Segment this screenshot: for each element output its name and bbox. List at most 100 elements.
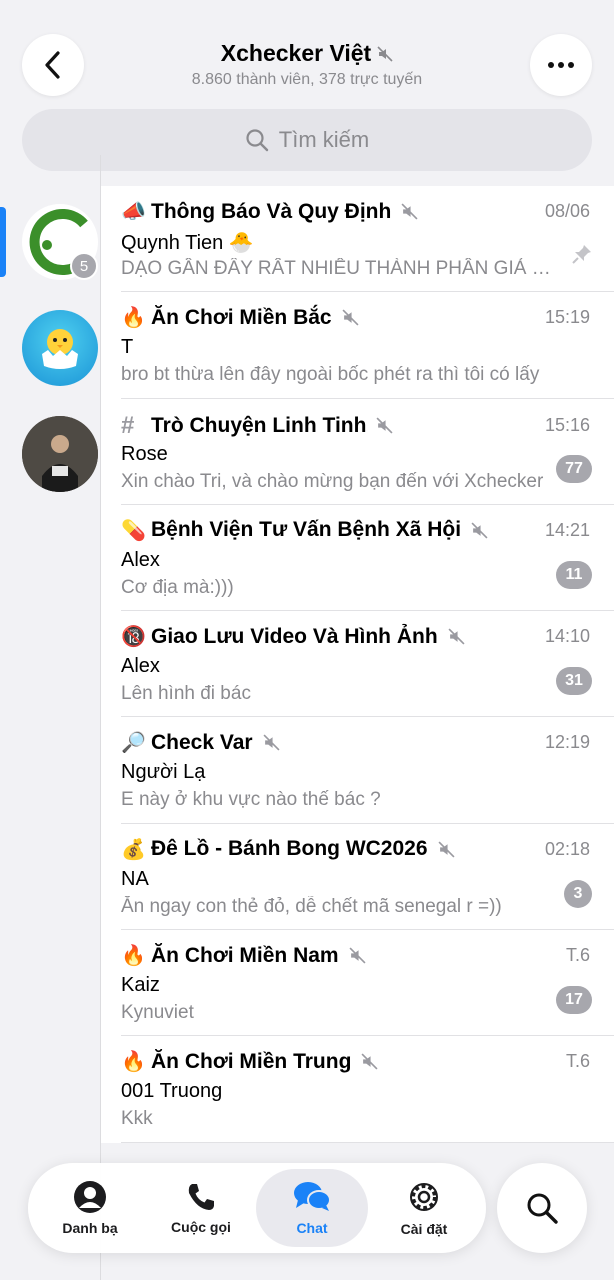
chat-preview: E này ở khu vực nào thế bác ? [121, 789, 381, 811]
topic-emoji: # [121, 411, 135, 439]
chat-sender: 001 Truong [121, 1080, 223, 1103]
chat-time: T.6 [565, 1051, 590, 1072]
search-icon [246, 129, 268, 152]
topic-emoji: 🔞 [121, 626, 146, 649]
chat-preview: Kkk [121, 1108, 153, 1130]
tab-label: Danh bạ [62, 1220, 118, 1236]
chat-title: Trò Chuyện Linh Tinh [151, 413, 367, 437]
topic-emoji: 💰 [121, 838, 146, 861]
gear-icon [410, 1183, 438, 1211]
chat-sender: Người Lạ [121, 761, 206, 784]
phone-icon [188, 1184, 214, 1210]
tab-contacts[interactable]: Danh bạ [34, 1169, 146, 1247]
group-subtitle: 8.860 thành viên, 378 trực tuyến [191, 71, 423, 88]
tab-bar: Danh bạ Cuộc gọi Chat Cài đặt [28, 1163, 486, 1253]
muted-icon [401, 203, 418, 220]
muted-icon [448, 628, 465, 645]
tab-label: Cài đặt [400, 1221, 448, 1237]
chat-time: 15:19 [544, 307, 590, 328]
person-icon [74, 1181, 106, 1213]
sidebar-item-user[interactable] [22, 416, 98, 492]
muted-icon [263, 734, 280, 752]
active-indicator [0, 207, 6, 277]
topic-emoji: 🔎 [121, 732, 146, 755]
topic-emoji: 🔥 [121, 307, 146, 330]
tab-label: Chat [296, 1220, 328, 1236]
chat-time: 14:10 [544, 626, 590, 647]
chat-preview: Cơ địa mà:))) [121, 576, 234, 598]
chat-time: 08/06 [544, 201, 590, 221]
chat-title: Ăn Chơi Miền Trung [151, 1049, 352, 1073]
search-input[interactable]: Tìm kiếm [22, 109, 592, 171]
muted-icon [437, 841, 455, 858]
topic-emoji: 🔥 [121, 1051, 146, 1074]
chat-title: Thông Báo Và Quy Định [151, 199, 392, 223]
chat-row[interactable]: 🔞 Giao Lưu Video Và Hình Ảnh 14:10 Alex Lên … [101, 611, 614, 718]
chat-sender: NA [121, 867, 149, 890]
muted-icon [376, 417, 393, 434]
muted-icon [361, 1053, 378, 1070]
muted-icon [377, 45, 393, 62]
chat-title: Ăn Chơi Miền Bắc [151, 305, 332, 329]
topic-emoji: 💊 [121, 519, 146, 542]
chat-title: Check Var [151, 730, 253, 754]
chat-preview: bro bt thừa lên đây ngoài bốc phét ra th… [121, 364, 540, 386]
back-button[interactable] [22, 34, 84, 96]
pin-icon [572, 245, 591, 264]
chat-time: 15:16 [544, 415, 590, 436]
chat-bubbles-icon [294, 1182, 331, 1211]
chat-sender: Quynh Tien 🐣 [121, 232, 254, 254]
unread-count-badge: 77 [556, 454, 592, 483]
chat-header[interactable]: Xchecker Việt 8.860 thành viên, 378 trực… [120, 40, 494, 89]
chevron-left-icon [45, 51, 60, 79]
topic-emoji: 🔥 [121, 945, 146, 968]
chat-row[interactable]: 🔥 Ăn Chơi Miền Bắc 15:19 Tbro bt thừa lên đ… [101, 292, 614, 399]
tab-calls[interactable]: Cuộc gọi [145, 1169, 257, 1247]
chat-sender: Alex [121, 655, 160, 678]
chat-sender: Alex [121, 548, 160, 571]
sidebar-unread-badge: 5 [70, 252, 98, 280]
chat-time: 14:21 [544, 519, 590, 540]
chat-row[interactable]: 🔥 Ăn Chơi Miền Nam T.6 Kaiz Kynuviet 17 [101, 930, 614, 1037]
user-avatar-icon [22, 416, 98, 492]
chat-title: Giao Lưu Video Và Hình Ảnh [151, 624, 438, 648]
hatching-chick-icon [42, 329, 78, 369]
chat-row[interactable]: 📣 Thông Báo Và Quy Định 08/06 Quynh Tien 🐣 D… [101, 186, 614, 293]
chat-sender: T [121, 336, 134, 359]
search-icon [527, 1193, 558, 1224]
chat-preview: Lên hình đi bác [121, 683, 251, 705]
chat-list: 📣 Thông Báo Và Quy Định 08/06 Quynh Tien 🐣 D… [101, 186, 614, 1143]
group-title: Xchecker Việt [220, 40, 372, 66]
unread-count-badge: 11 [556, 560, 592, 589]
chat-row[interactable]: 💰 Đê Lồ - Bánh Bong WC2026 02:18 NA Ăn ngay … [101, 824, 614, 931]
chat-preview: Ăn ngay con thẻ đỏ, dễ chết mã senegal r… [121, 895, 502, 917]
chat-row[interactable]: 🔎 Check Var 12:19 Người Lạ E này ở khu vực n… [101, 717, 614, 825]
chat-title: Đê Lồ - Bánh Bong WC2026 [151, 837, 428, 861]
chat-time: 12:19 [544, 732, 590, 753]
sidebar-item-chick[interactable] [22, 310, 98, 386]
chat-row[interactable]: 💊 Bệnh Viện Tư Vấn Bệnh Xã Hội 14:21 Alex Cơ… [101, 505, 614, 612]
search-placeholder: Tìm kiếm [278, 127, 370, 152]
muted-icon [349, 947, 366, 964]
chat-title: Bệnh Viện Tư Vấn Bệnh Xã Hội [151, 518, 462, 542]
chat-title: Ăn Chơi Miền Nam [151, 943, 339, 967]
unread-count-badge: 31 [556, 667, 592, 696]
search-button[interactable] [497, 1163, 587, 1253]
chat-preview: DẠO GẦN ĐÂY RẤT NHIỀU THÀNH PHẦN GIẢ MẠO [121, 258, 554, 279]
unread-count-badge: 3 [564, 879, 592, 908]
chat-preview: Xin chào Tri, và chào mừng bạn đến với X… [121, 470, 544, 492]
ellipsis-icon [548, 62, 574, 68]
tab-settings[interactable]: Cài đặt [368, 1169, 480, 1247]
chat-row[interactable]: # Trò Chuyện Linh Tinh 15:16 Rose Xin chào T… [101, 399, 614, 506]
chat-row[interactable]: 🔥 Ăn Chơi Miền Trung T.6 001 Truong Kkk [101, 1036, 614, 1143]
chat-time: T.6 [565, 945, 590, 966]
more-button[interactable] [530, 34, 592, 96]
muted-icon [471, 522, 488, 539]
unread-count-badge: 17 [556, 986, 592, 1015]
topic-emoji: 📣 [121, 201, 146, 223]
muted-icon [342, 309, 359, 326]
tab-chat[interactable]: Chat [256, 1169, 368, 1247]
chat-time: 02:18 [544, 838, 590, 859]
chat-preview: Kynuviet [121, 1002, 194, 1024]
chat-sender: Kaiz [121, 974, 160, 997]
